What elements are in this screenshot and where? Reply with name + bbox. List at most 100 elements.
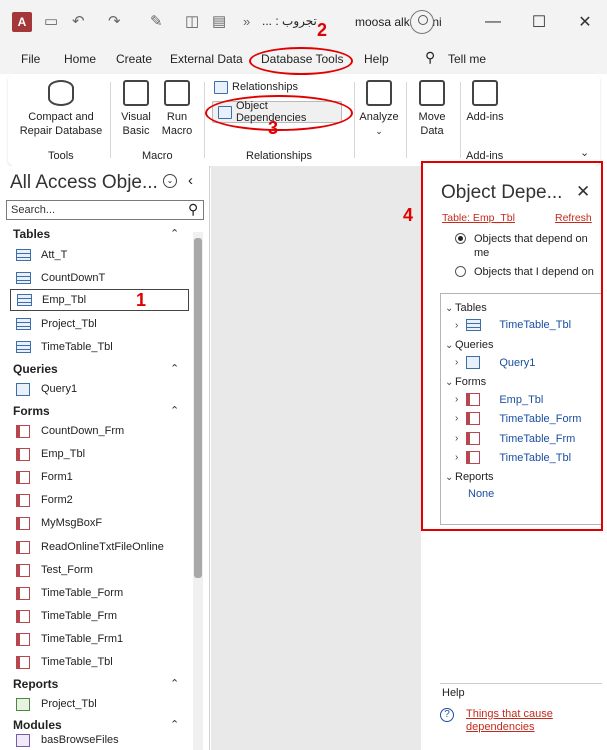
list-item[interactable]: TimeTable_Tbl xyxy=(10,651,190,673)
tell-me-box[interactable]: Tell me xyxy=(448,52,486,66)
list-item[interactable]: CountDown_Frm xyxy=(10,420,190,442)
nav-pane-title[interactable]: All Access Obje... xyxy=(10,172,158,194)
annotation-number-2: 2 xyxy=(317,20,328,40)
divider xyxy=(440,683,602,684)
form-icon xyxy=(16,493,30,507)
category-forms[interactable]: Forms xyxy=(13,404,50,418)
add-ins-label: Add-ins xyxy=(466,111,504,123)
analyze-button[interactable]: Analyze ⌄ xyxy=(358,80,400,138)
close-button[interactable]: ✕ xyxy=(570,8,600,36)
visual-basic-button[interactable]: Visual Basic xyxy=(116,80,156,138)
form-icon xyxy=(16,632,30,646)
list-item[interactable]: Test_Form xyxy=(10,559,190,581)
help-question-icon: ? xyxy=(440,708,454,722)
nav-scroll-thumb[interactable] xyxy=(194,238,202,578)
access-app-icon: A xyxy=(12,12,32,32)
annotation-number-3: 3 xyxy=(268,118,279,138)
list-item[interactable]: TimeTable_Frm xyxy=(10,605,190,627)
annotation-number-1: 1 xyxy=(136,290,147,310)
minimize-button[interactable]: — xyxy=(478,8,508,36)
category-tables[interactable]: Tables xyxy=(13,227,50,241)
navigation-pane: All Access Obje... ⌄ ‹ Search... ⚲ Table… xyxy=(0,166,210,750)
tab-home[interactable]: Home xyxy=(64,52,96,66)
save-icon[interactable]: ▭ xyxy=(44,12,58,30)
relationships-label: Relationships xyxy=(232,81,299,93)
chevron-up-icon[interactable]: ⌃ xyxy=(170,362,179,375)
run-macro-label: Run Macro xyxy=(161,111,193,137)
avatar[interactable] xyxy=(410,10,434,34)
visual-basic-icon xyxy=(123,80,149,106)
form-icon xyxy=(16,586,30,600)
tab-external-data[interactable]: External Data xyxy=(170,52,243,66)
chevron-up-icon[interactable]: ⌃ xyxy=(170,677,179,690)
list-item-label: Emp_Tbl xyxy=(41,448,86,460)
category-queries[interactable]: Queries xyxy=(13,362,58,376)
shutter-bar-icon[interactable]: ‹ xyxy=(188,172,193,189)
list-item-selected[interactable]: Emp_Tbl xyxy=(10,289,189,311)
chevron-up-icon[interactable]: ⌃ xyxy=(170,404,179,417)
list-item-label: Att_T xyxy=(41,249,68,261)
format-painter-icon[interactable]: ✎ xyxy=(150,12,163,30)
list-item[interactable]: basBrowseFiles xyxy=(10,734,190,750)
relationships-button[interactable]: Relationships xyxy=(214,80,334,94)
visual-basic-label: Visual Basic xyxy=(121,111,151,137)
list-item[interactable]: Form2 xyxy=(10,489,190,511)
tab-help[interactable]: Help xyxy=(364,52,389,66)
undo-icon[interactable]: ↶ xyxy=(72,12,85,30)
form-icon xyxy=(16,424,30,438)
macro-group-label: Macro xyxy=(142,150,173,162)
list-item[interactable]: Form1 xyxy=(10,466,190,488)
form-view-icon[interactable]: ▤ xyxy=(212,12,226,30)
list-item[interactable]: ReadOnlineTxtFileOnline xyxy=(10,536,190,558)
category-modules[interactable]: Modules xyxy=(13,718,62,732)
nav-search-input[interactable]: Search... xyxy=(6,200,204,220)
tab-create[interactable]: Create xyxy=(116,52,152,66)
window-title: ... : تجروب xyxy=(262,14,317,28)
compact-repair-button[interactable]: Compact and Repair Database xyxy=(18,80,104,138)
list-item[interactable]: TimeTable_Form xyxy=(10,582,190,604)
form-icon xyxy=(16,655,30,669)
add-ins-icon xyxy=(472,80,498,106)
move-data-button[interactable]: Move Data xyxy=(410,80,454,138)
move-data-label: Move Data xyxy=(418,111,446,137)
list-item[interactable]: Query1 xyxy=(10,378,190,400)
chevron-up-icon[interactable]: ⌃ xyxy=(170,227,179,240)
list-item[interactable]: Emp_Tbl xyxy=(10,443,190,465)
list-item[interactable]: MyMsgBoxF xyxy=(10,512,190,534)
relationships-icon xyxy=(214,80,228,94)
list-item-label: TimeTable_Tbl xyxy=(41,656,113,668)
run-macro-icon xyxy=(164,80,190,106)
maximize-button[interactable]: ☐ xyxy=(524,8,554,36)
add-ins-button[interactable]: Add-ins xyxy=(466,80,504,124)
form-icon xyxy=(16,540,30,554)
form-icon xyxy=(16,516,30,530)
list-item[interactable]: Project_Tbl xyxy=(10,313,190,335)
list-item-label: TimeTable_Frm1 xyxy=(41,633,124,645)
table-icon xyxy=(16,249,31,261)
list-item[interactable]: Project_Tbl xyxy=(10,693,190,715)
tools-group-label: Tools xyxy=(48,150,74,162)
list-item[interactable]: CountDownT xyxy=(10,267,190,289)
help-link[interactable]: Things that cause dependencies xyxy=(466,708,576,734)
run-macro-button[interactable]: Run Macro xyxy=(158,80,196,138)
chevron-up-icon[interactable]: ⌃ xyxy=(170,718,179,731)
list-item[interactable]: TimeTable_Frm1 xyxy=(10,628,190,650)
list-item-label: Form2 xyxy=(41,494,73,506)
list-item-label: ReadOnlineTxtFileOnline xyxy=(41,541,164,553)
design-view-icon[interactable]: ◫ xyxy=(185,12,199,30)
redo-icon[interactable]: ↷ xyxy=(108,12,121,30)
tab-file[interactable]: File xyxy=(21,52,40,66)
list-item-label: basBrowseFiles xyxy=(41,734,119,746)
search-icon[interactable]: ⚲ xyxy=(425,49,435,66)
search-icon[interactable]: ⚲ xyxy=(188,201,198,218)
list-item[interactable]: TimeTable_Tbl xyxy=(10,336,190,358)
list-item[interactable]: Att_T xyxy=(10,244,190,266)
list-item-label: Emp_Tbl xyxy=(42,294,87,306)
list-item-label: TimeTable_Frm xyxy=(41,610,117,622)
nav-menu-icon[interactable]: ⌄ xyxy=(163,174,177,188)
qat-overflow-icon[interactable]: » xyxy=(243,14,250,29)
list-item-label: CountDownT xyxy=(41,272,106,284)
category-reports[interactable]: Reports xyxy=(13,677,58,691)
collapse-ribbon-icon[interactable]: ⌄ xyxy=(580,146,589,159)
list-item-label: TimeTable_Tbl xyxy=(41,341,113,353)
